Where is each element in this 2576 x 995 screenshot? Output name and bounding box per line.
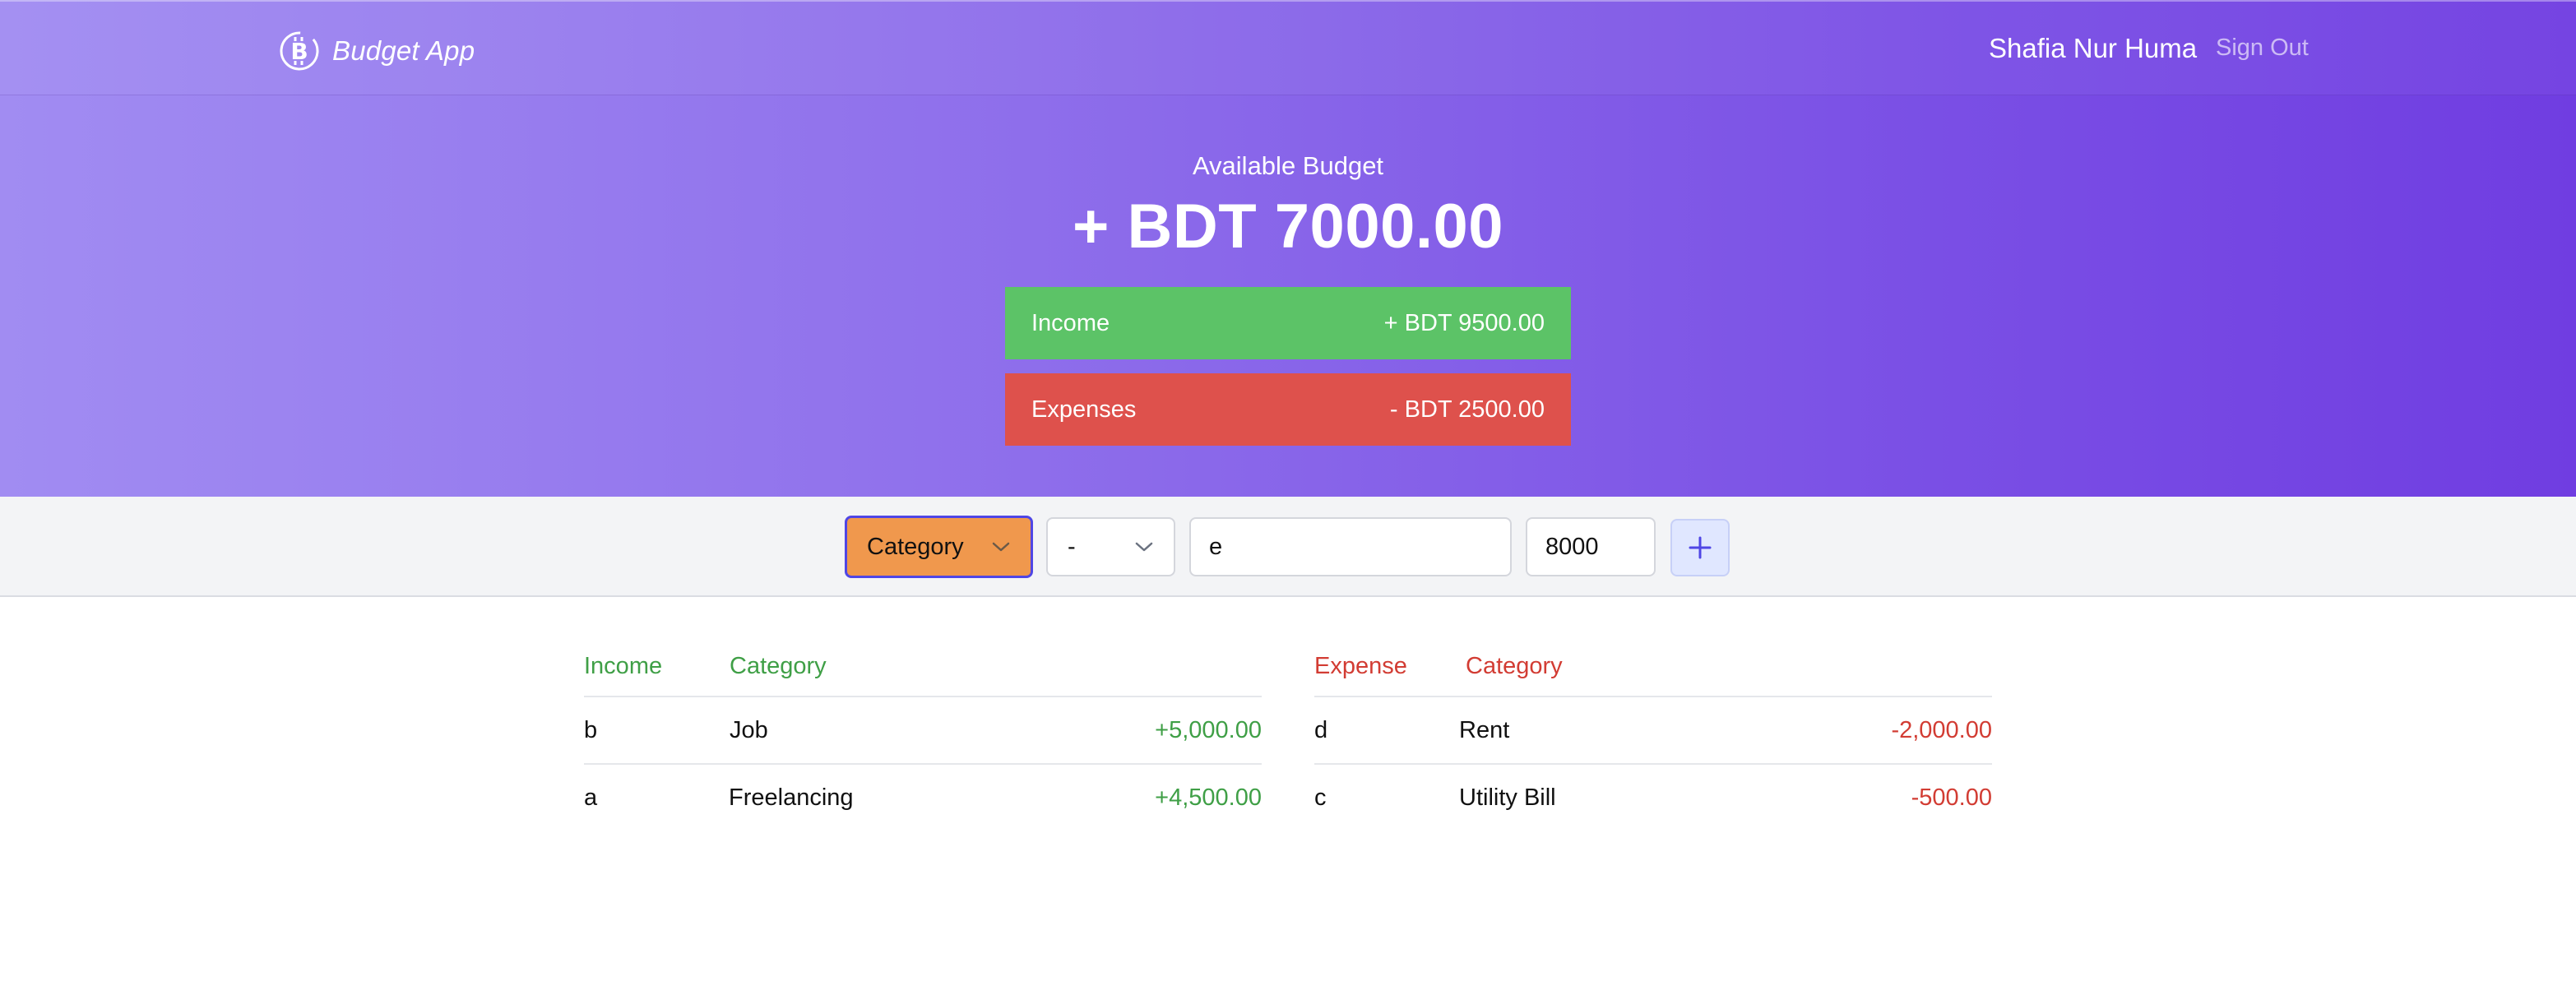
income-amount: +5,000.00	[1155, 717, 1262, 743]
table-row: b Job +5,000.00	[584, 697, 1262, 765]
sign-select[interactable]: -	[1046, 517, 1175, 576]
plus-icon	[1689, 536, 1712, 559]
category-column-header: Category	[730, 653, 827, 679]
bitcoin-logo-icon: B	[280, 31, 319, 71]
sign-select-value: -	[1068, 533, 1076, 560]
income-name: a	[584, 784, 598, 811]
add-entry-button[interactable]	[1670, 519, 1730, 576]
description-input[interactable]	[1189, 517, 1512, 576]
expense-table: Expense Category d Rent -2,000.00 c Util…	[1314, 641, 1992, 832]
expense-column-header: Expense	[1314, 653, 1407, 679]
income-summary: Income + BDT 9500.00	[1005, 287, 1571, 359]
expense-summary-value: - BDT 2500.00	[1389, 396, 1545, 423]
expense-table-header: Expense Category	[1314, 641, 1992, 697]
available-budget-label: Available Budget	[1192, 151, 1384, 180]
chevron-down-icon	[992, 542, 1010, 552]
brand[interactable]: B Budget App	[278, 28, 475, 74]
user-name: Shafia Nur Huma	[1989, 33, 2198, 63]
amount-input[interactable]	[1526, 517, 1656, 576]
category-select[interactable]: Category	[845, 516, 1033, 578]
category-column-header: Category	[1466, 653, 1563, 679]
table-row: c Utility Bill -500.00	[1314, 765, 1992, 832]
top-navbar: B Budget App Shafia Nur Huma Sign Out	[0, 0, 2576, 95]
table-row: a Freelancing +4,500.00	[584, 765, 1262, 832]
app-name: Budget App	[332, 35, 475, 66]
income-amount: +4,500.00	[1155, 784, 1262, 811]
income-category: Job	[730, 717, 768, 743]
expense-name: c	[1314, 784, 1327, 811]
chevron-down-icon	[1135, 542, 1153, 552]
income-column-header: Income	[584, 653, 663, 679]
income-name: b	[584, 717, 598, 743]
table-row: d Rent -2,000.00	[1314, 697, 1992, 765]
income-summary-value: + BDT 9500.00	[1383, 309, 1545, 336]
svg-text:B: B	[290, 38, 308, 65]
available-budget-value: + BDT 7000.00	[1072, 192, 1504, 261]
expense-amount: -500.00	[1911, 784, 1992, 811]
expense-category: Rent	[1459, 717, 1510, 743]
income-table-header: Income Category	[584, 641, 1262, 697]
expense-summary: Expenses - BDT 2500.00	[1005, 373, 1571, 446]
income-table: Income Category b Job +5,000.00 a Freela…	[584, 641, 1262, 832]
sign-out-link[interactable]: Sign Out	[2216, 35, 2309, 62]
income-summary-label: Income	[1031, 309, 1110, 336]
expense-name: d	[1314, 717, 1328, 743]
income-category: Freelancing	[729, 784, 854, 811]
category-select-value: Category	[867, 533, 964, 560]
expense-summary-label: Expenses	[1031, 396, 1137, 423]
add-entry-form: Category -	[0, 497, 2576, 597]
expense-amount: -2,000.00	[1891, 717, 1992, 743]
expense-category: Utility Bill	[1459, 784, 1556, 811]
hero-section: B Budget App Shafia Nur Huma Sign Out Av…	[0, 0, 2576, 497]
